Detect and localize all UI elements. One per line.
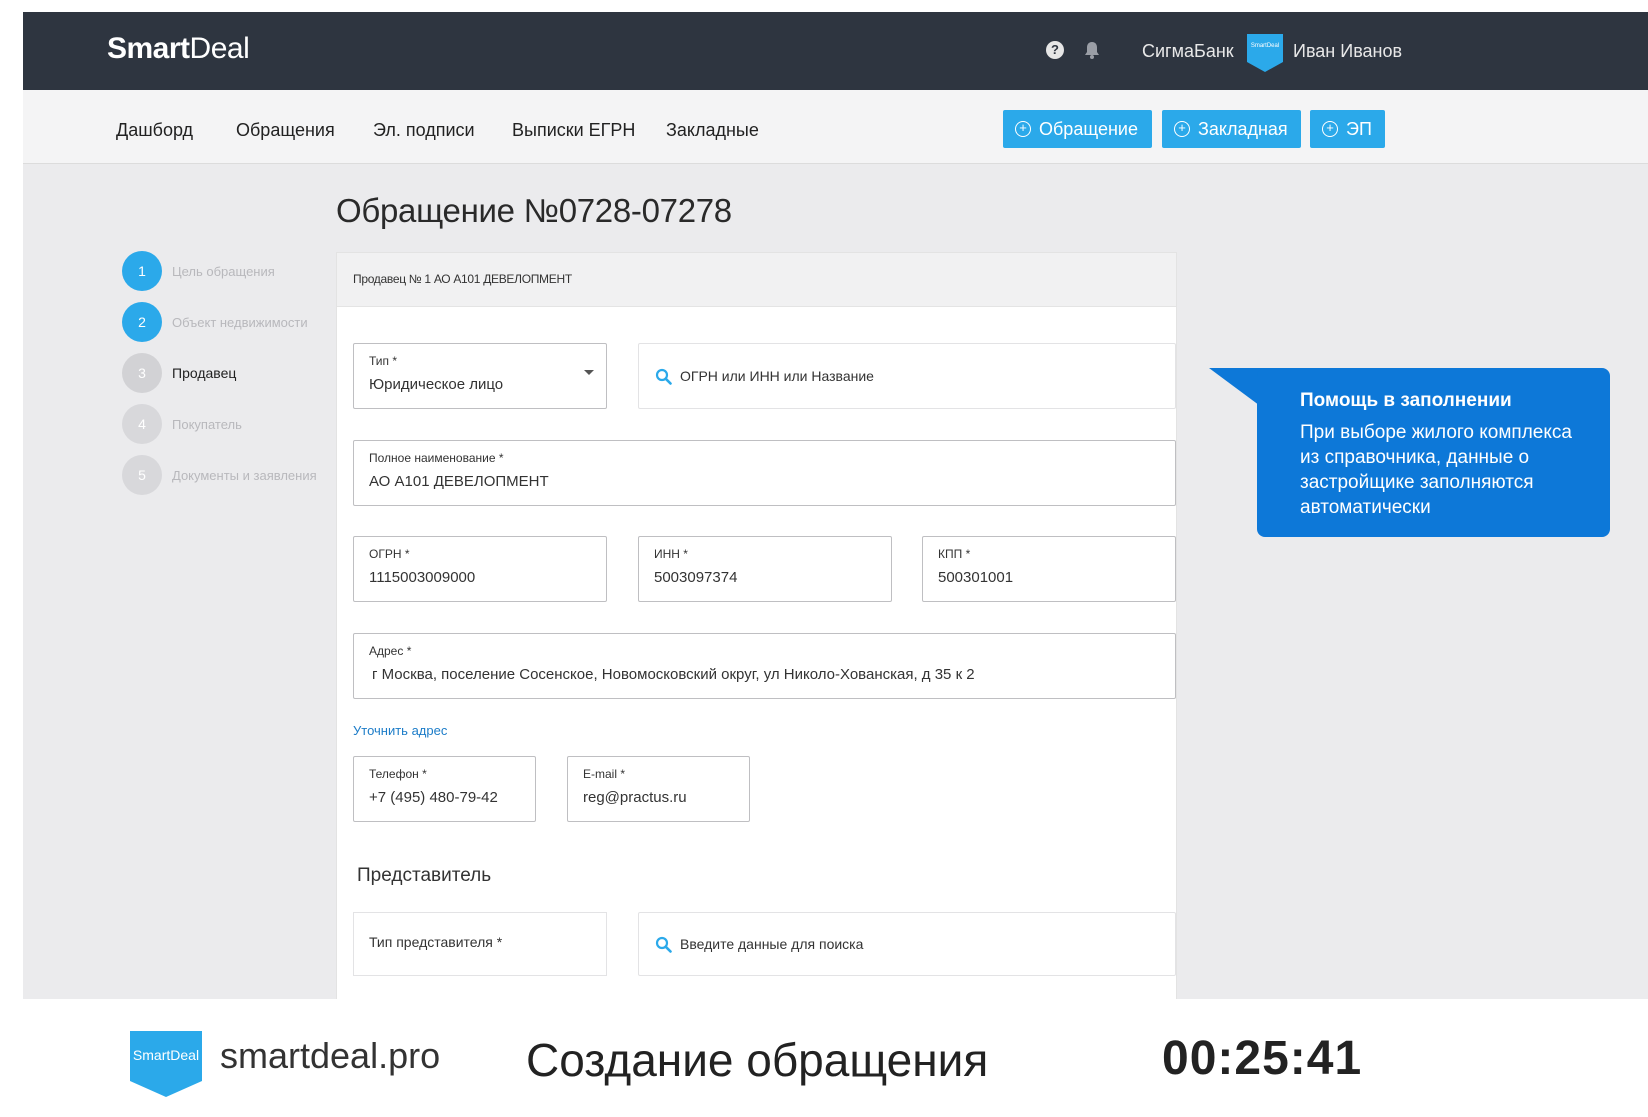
user-name[interactable]: Иван Иванов — [1293, 41, 1402, 62]
step-label: Покупатель — [172, 416, 242, 432]
step-buyer[interactable]: 4 Покупатель — [122, 404, 242, 444]
new-signature-label: ЭП — [1346, 118, 1372, 139]
footer-site: smartdeal.pro — [220, 1035, 441, 1076]
search-icon — [655, 368, 672, 385]
logo-light-text: Deal — [189, 32, 250, 65]
seller-search-input[interactable]: ОГРН или ИНН или Название — [638, 343, 1176, 409]
step-number: 2 — [122, 302, 162, 342]
step-number: 4 — [122, 404, 162, 444]
bell-icon[interactable] — [1084, 41, 1100, 59]
step-label: Объект недвижимости — [172, 314, 308, 330]
full-name-value: АО А101 ДЕВЕЛОПМЕНТ — [369, 473, 549, 490]
representative-type-select[interactable]: Тип представителя * — [353, 912, 607, 976]
help-tooltip: Помощь в заполнении При выборе жилого ко… — [1257, 368, 1610, 537]
tooltip-title: Помощь в заполнении — [1300, 390, 1512, 411]
footer-caption: Создание обращения — [526, 1034, 989, 1086]
help-icon[interactable]: ? — [1046, 41, 1064, 59]
step-label: Продавец — [172, 365, 237, 381]
nav-item-requests[interactable]: Обращения — [236, 120, 335, 141]
inn-field[interactable]: ИНН * 5003097374 — [638, 536, 892, 602]
representative-search-input[interactable]: Введите данные для поиска — [638, 912, 1176, 976]
address-value: г Москва, поселение Сосенское, Новомоско… — [372, 666, 975, 683]
avatar-text: SmartDeal — [1251, 43, 1279, 49]
representative-type-label: Тип представителя * — [369, 934, 503, 950]
bank-name[interactable]: СигмаБанк — [1142, 41, 1234, 62]
step-number: 5 — [122, 455, 162, 495]
kpp-field[interactable]: КПП * 500301001 — [922, 536, 1176, 602]
step-property[interactable]: 2 Объект недвижимости — [122, 302, 308, 342]
inn-label: ИНН * — [654, 547, 688, 561]
address-label: Адрес * — [369, 644, 412, 658]
footer-logo-text: SmartDeal — [133, 1047, 199, 1063]
step-documents[interactable]: 5 Документы и заявления — [122, 455, 317, 495]
representative-section-title: Представитель — [357, 865, 492, 886]
nav-bar: Дашборд Обращения Эл. подписи Выписки ЕГ… — [23, 90, 1648, 164]
card-header: Продавец № 1 АО А101 ДЕВЕЛОПМЕНТ — [337, 253, 1176, 307]
email-field[interactable]: E-mail * reg@practus.ru — [567, 756, 750, 822]
ogrn-label: ОГРН * — [369, 547, 410, 561]
nav-item-mortgages[interactable]: Закладные — [666, 120, 759, 141]
logo-bold-text: Smart — [107, 32, 190, 65]
video-footer: SmartDeal smartdeal.pro Создание обращен… — [0, 999, 1648, 1117]
step-number: 1 — [122, 251, 162, 291]
phone-label: Телефон * — [369, 767, 427, 781]
page-title: Обращение №0728-07278 — [336, 192, 732, 229]
new-mortgage-button[interactable]: + Закладная — [1162, 110, 1301, 148]
refine-address-link[interactable]: Уточнить адрес — [353, 723, 447, 738]
representative-search-placeholder: Введите данные для поиска — [680, 936, 864, 952]
kpp-value: 500301001 — [938, 569, 1014, 586]
step-purpose[interactable]: 1 Цель обращения — [122, 251, 275, 291]
card-header-text: Продавец № 1 АО А101 ДЕВЕЛОПМЕНТ — [353, 272, 572, 286]
ogrn-value: 1115003009000 — [369, 569, 476, 586]
full-name-field[interactable]: Полное наименование * АО А101 ДЕВЕЛОПМЕН… — [353, 440, 1176, 506]
plus-icon: + — [1322, 121, 1338, 137]
inn-value: 5003097374 — [654, 569, 738, 586]
step-label: Документы и заявления — [172, 467, 317, 483]
type-value: Юридическое лицо — [369, 376, 504, 393]
seller-search-placeholder: ОГРН или ИНН или Название — [680, 368, 874, 384]
nav-item-egrn-extracts[interactable]: Выписки ЕГРН — [512, 120, 635, 141]
new-mortgage-label: Закладная — [1198, 118, 1288, 139]
email-value: reg@practus.ru — [583, 789, 687, 806]
app-logo[interactable]: SmartDeal — [107, 32, 250, 66]
footer-timer: 00:25:41 — [1162, 1032, 1363, 1085]
phone-value: +7 (495) 480-79-42 — [369, 789, 498, 806]
new-request-button[interactable]: + Обращение — [1003, 110, 1152, 148]
plus-icon: + — [1015, 121, 1031, 137]
step-label: Цель обращения — [172, 263, 275, 279]
plus-icon: + — [1174, 121, 1190, 137]
full-name-label: Полное наименование * — [369, 451, 504, 465]
chevron-down-icon — [584, 370, 594, 375]
ogrn-field[interactable]: ОГРН * 1115003009000 — [353, 536, 607, 602]
step-number: 3 — [122, 353, 162, 393]
smartdeal-logo-icon: SmartDeal — [130, 1031, 202, 1097]
seller-form-card: Продавец № 1 АО А101 ДЕВЕЛОПМЕНТ Тип * Ю… — [336, 252, 1177, 999]
type-select[interactable]: Тип * Юридическое лицо — [353, 343, 607, 409]
new-request-label: Обращение — [1039, 118, 1138, 139]
email-label: E-mail * — [583, 767, 626, 781]
top-bar: SmartDeal ? СигмаБанк SmartDeal Иван Ива… — [23, 12, 1648, 90]
app-frame: SmartDeal ? СигмаБанк SmartDeal Иван Ива… — [23, 12, 1648, 999]
nav-item-dashboard[interactable]: Дашборд — [116, 120, 193, 141]
avatar[interactable]: SmartDeal — [1245, 30, 1285, 74]
kpp-label: КПП * — [938, 547, 971, 561]
address-field[interactable]: Адрес * г Москва, поселение Сосенское, Н… — [353, 633, 1176, 699]
nav-item-e-signatures[interactable]: Эл. подписи — [373, 120, 475, 141]
step-seller[interactable]: 3 Продавец — [122, 353, 236, 393]
search-icon — [655, 936, 672, 953]
tooltip-body: При выборе жилого комплекса из справочни… — [1300, 422, 1572, 518]
new-signature-button[interactable]: + ЭП — [1310, 110, 1385, 148]
type-label: Тип * — [369, 354, 398, 368]
phone-field[interactable]: Телефон * +7 (495) 480-79-42 — [353, 756, 536, 822]
